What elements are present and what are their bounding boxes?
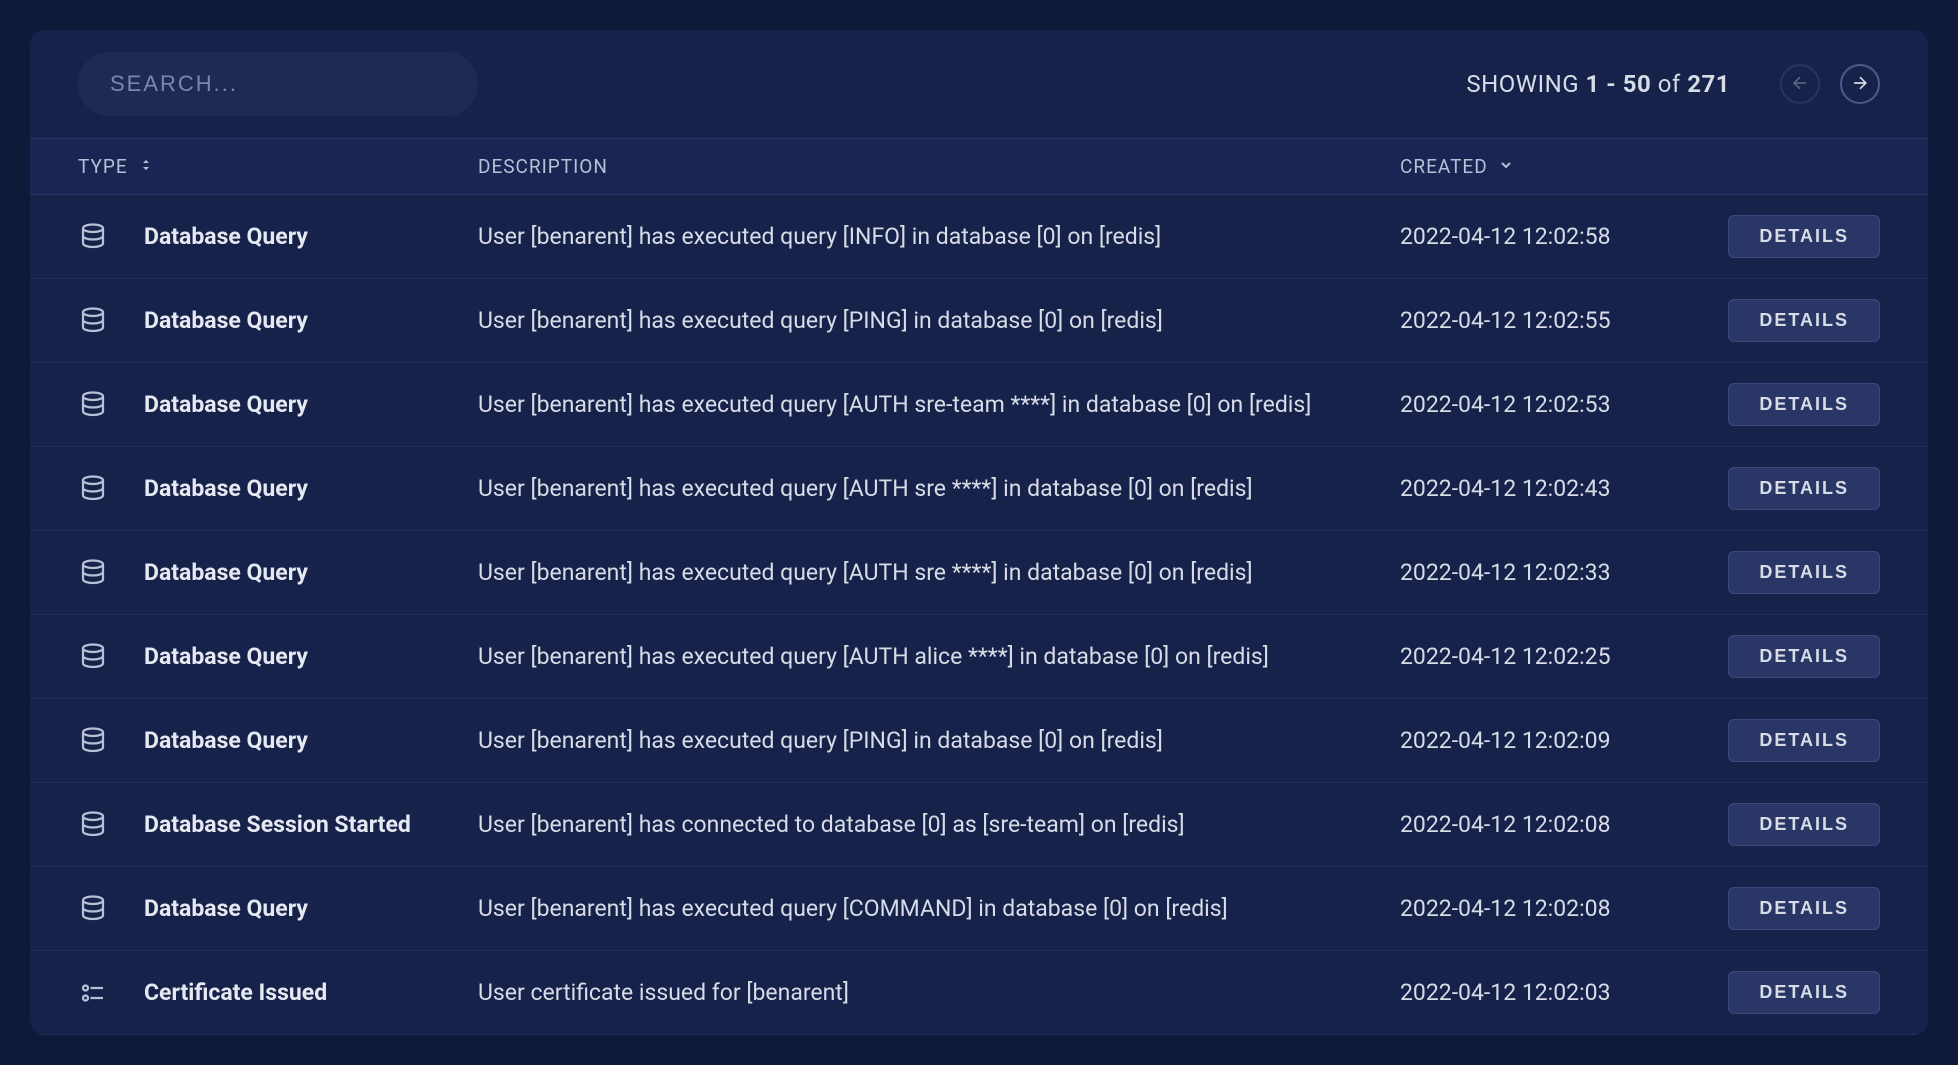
created-cell: 2022-04-12 12:02:03 — [1400, 979, 1680, 1006]
showing-of: of — [1651, 70, 1687, 98]
database-icon — [78, 642, 108, 672]
table-row: Database Query User [benarent] has execut… — [30, 699, 1928, 783]
showing-total: 271 — [1687, 70, 1730, 98]
details-button[interactable]: DETAILS — [1728, 887, 1880, 930]
details-button[interactable]: DETAILS — [1728, 803, 1880, 846]
table-body: Database Query User [benarent] has execut… — [30, 195, 1928, 1035]
created-cell: 2022-04-12 12:02:25 — [1400, 643, 1680, 670]
table-row: Database Session Started User [benarent] … — [30, 783, 1928, 867]
column-header-created-label: CREATED — [1400, 155, 1488, 178]
details-button[interactable]: DETAILS — [1728, 551, 1880, 594]
arrow-right-icon — [1850, 73, 1870, 96]
table-row: Database Query User [benarent] has execut… — [30, 447, 1928, 531]
details-button[interactable]: DETAILS — [1728, 215, 1880, 258]
type-label: Database Query — [144, 895, 308, 922]
type-cell: Database Query — [78, 390, 478, 420]
next-page-button[interactable] — [1840, 64, 1880, 104]
table-row: Database Query User [benarent] has execut… — [30, 279, 1928, 363]
arrow-left-icon — [1790, 73, 1810, 96]
database-icon — [78, 810, 108, 840]
description-cell: User [benarent] has executed query [AUTH… — [478, 391, 1400, 418]
description-cell: User certificate issued for [benarent] — [478, 979, 1400, 1006]
chevron-down-icon — [1498, 155, 1514, 178]
sort-icon — [138, 155, 154, 178]
showing-to: 50 — [1623, 70, 1652, 98]
description-cell: User [benarent] has executed query [PING… — [478, 727, 1400, 754]
type-label: Database Query — [144, 559, 308, 586]
column-header-description-label: DESCRIPTION — [478, 155, 608, 178]
showing-from: 1 — [1586, 70, 1600, 98]
type-label: Database Session Started — [144, 811, 411, 838]
type-cell: Database Query — [78, 306, 478, 336]
database-icon — [78, 726, 108, 756]
column-header-description[interactable]: DESCRIPTION — [478, 155, 1400, 178]
table-row: Database Query User [benarent] has execut… — [30, 615, 1928, 699]
type-cell: Database Query — [78, 642, 478, 672]
database-icon — [78, 306, 108, 336]
description-cell: User [benarent] has executed query [AUTH… — [478, 475, 1400, 502]
description-cell: User [benarent] has connected to databas… — [478, 811, 1400, 838]
table-header: TYPE DESCRIPTION CREATED — [30, 138, 1928, 195]
type-label: Database Query — [144, 223, 308, 250]
details-button[interactable]: DETAILS — [1728, 299, 1880, 342]
database-icon — [78, 390, 108, 420]
pagination-status: SHOWING 1 - 50 of 271 — [1466, 70, 1730, 98]
type-label: Database Query — [144, 643, 308, 670]
search-input[interactable] — [78, 52, 478, 116]
type-label: Certificate Issued — [144, 979, 327, 1006]
type-cell: Certificate Issued — [78, 978, 478, 1008]
certificate-icon — [78, 978, 108, 1008]
pager — [1780, 64, 1880, 104]
details-button[interactable]: DETAILS — [1728, 719, 1880, 762]
type-cell: Database Query — [78, 558, 478, 588]
created-cell: 2022-04-12 12:02:33 — [1400, 559, 1680, 586]
type-label: Database Query — [144, 391, 308, 418]
audit-log-panel: SHOWING 1 - 50 of 271 TYPE DESCRIPTION — [30, 30, 1928, 1035]
table-row: Certificate Issued User certificate issue… — [30, 951, 1928, 1035]
type-cell: Database Query — [78, 474, 478, 504]
created-cell: 2022-04-12 12:02:08 — [1400, 811, 1680, 838]
created-cell: 2022-04-12 12:02:43 — [1400, 475, 1680, 502]
column-header-type[interactable]: TYPE — [78, 155, 478, 178]
created-cell: 2022-04-12 12:02:58 — [1400, 223, 1680, 250]
details-button[interactable]: DETAILS — [1728, 467, 1880, 510]
created-cell: 2022-04-12 12:02:09 — [1400, 727, 1680, 754]
column-header-created[interactable]: CREATED — [1400, 155, 1680, 178]
created-cell: 2022-04-12 12:02:08 — [1400, 895, 1680, 922]
database-icon — [78, 558, 108, 588]
table-row: Database Query User [benarent] has execut… — [30, 531, 1928, 615]
table-row: Database Query User [benarent] has execut… — [30, 363, 1928, 447]
column-header-type-label: TYPE — [78, 155, 128, 178]
type-label: Database Query — [144, 727, 308, 754]
database-icon — [78, 894, 108, 924]
prev-page-button[interactable] — [1780, 64, 1820, 104]
description-cell: User [benarent] has executed query [PING… — [478, 307, 1400, 334]
created-cell: 2022-04-12 12:02:55 — [1400, 307, 1680, 334]
table-row: Database Query User [benarent] has execut… — [30, 867, 1928, 951]
description-cell: User [benarent] has executed query [AUTH… — [478, 643, 1400, 670]
details-button[interactable]: DETAILS — [1728, 383, 1880, 426]
showing-dash: - — [1600, 70, 1623, 98]
created-cell: 2022-04-12 12:02:53 — [1400, 391, 1680, 418]
description-cell: User [benarent] has executed query [AUTH… — [478, 559, 1400, 586]
details-button[interactable]: DETAILS — [1728, 635, 1880, 678]
database-icon — [78, 222, 108, 252]
type-label: Database Query — [144, 475, 308, 502]
toolbar: SHOWING 1 - 50 of 271 — [30, 30, 1928, 138]
type-cell: Database Query — [78, 726, 478, 756]
database-icon — [78, 474, 108, 504]
type-cell: Database Query — [78, 222, 478, 252]
showing-prefix: SHOWING — [1466, 70, 1585, 98]
table-row: Database Query User [benarent] has execut… — [30, 195, 1928, 279]
type-label: Database Query — [144, 307, 308, 334]
description-cell: User [benarent] has executed query [INFO… — [478, 223, 1400, 250]
details-button[interactable]: DETAILS — [1728, 971, 1880, 1014]
description-cell: User [benarent] has executed query [COMM… — [478, 895, 1400, 922]
type-cell: Database Session Started — [78, 810, 478, 840]
type-cell: Database Query — [78, 894, 478, 924]
